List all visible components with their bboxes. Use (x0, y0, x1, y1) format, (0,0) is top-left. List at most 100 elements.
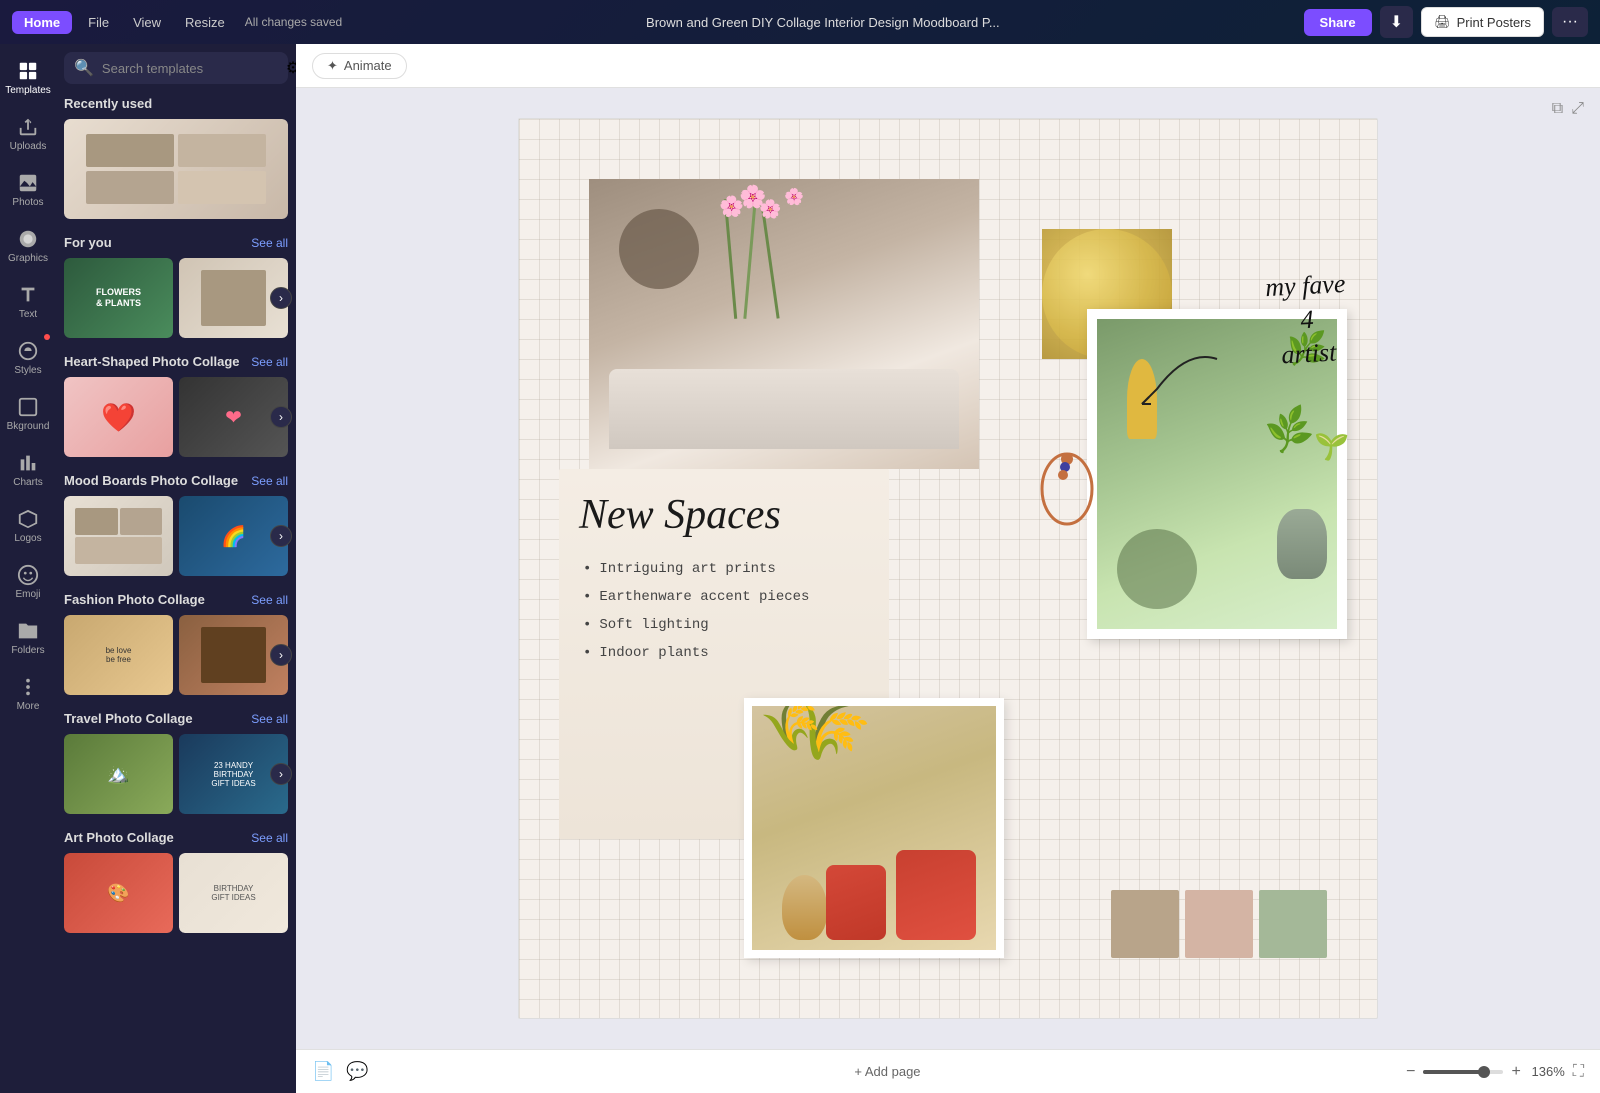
heart-grid-wrap: ❤️ ❤ › (64, 377, 288, 457)
search-icon: 🔍 (74, 58, 94, 78)
sidebar-item-text[interactable]: Text (4, 276, 52, 328)
for-you-next-button[interactable]: › (270, 287, 292, 309)
for-you-title: For you (64, 235, 112, 250)
swatch-sage[interactable] (1259, 890, 1327, 958)
recently-used-header: Recently used (64, 96, 288, 111)
for-you-see-all[interactable]: See all (251, 236, 288, 250)
art-see-all[interactable]: See all (251, 831, 288, 845)
heart-next-button[interactable]: › (270, 406, 292, 428)
search-input[interactable] (102, 61, 278, 76)
sidebar-item-emoji[interactable]: Emoji (4, 556, 52, 608)
recently-used-title: Recently used (64, 96, 152, 111)
icon-bar: Templates Uploads Photos Graphics Text S… (0, 44, 56, 1093)
heart-collage-section: Heart-Shaped Photo Collage See all ❤️ ❤ (64, 354, 288, 457)
travel-next-button[interactable]: › (270, 763, 292, 785)
recently-used-grid (64, 119, 288, 219)
art-template-1[interactable]: 🎨 (64, 853, 173, 933)
sidebar-item-folders[interactable]: Folders (4, 612, 52, 664)
travel-see-all[interactable]: See all (251, 712, 288, 726)
mood-template-1[interactable] (64, 496, 173, 576)
download-button[interactable]: ⬇ (1380, 6, 1413, 38)
new-spaces-title: New Spaces (559, 469, 889, 537)
fashion-title: Fashion Photo Collage (64, 592, 205, 607)
bottom-bar: 📄 💬 + Add page − + 136% ⛶ (296, 1049, 1600, 1093)
zoom-out-button[interactable]: − (1406, 1063, 1415, 1081)
for-you-header: For you See all (64, 235, 288, 250)
sidebar-item-styles[interactable]: Styles (4, 332, 52, 384)
main-layout: Templates Uploads Photos Graphics Text S… (0, 44, 1600, 1093)
view-menu[interactable]: View (125, 11, 169, 34)
sidebar-item-more[interactable]: More (4, 668, 52, 720)
zoom-controls: − + 136% ⛶ (1406, 1063, 1584, 1081)
heart-see-all[interactable]: See all (251, 355, 288, 369)
zoom-slider-thumb[interactable] (1478, 1066, 1490, 1078)
arch-decoration (1037, 449, 1097, 534)
comments-icon[interactable]: 💬 (346, 1061, 368, 1082)
heart-grid: ❤️ ❤ (64, 377, 288, 457)
heart-collage-title: Heart-Shaped Photo Collage (64, 354, 240, 369)
zoom-slider[interactable] (1423, 1070, 1503, 1074)
fashion-grid: be lovebe free (64, 615, 288, 695)
sidebar-item-charts[interactable]: Charts (4, 444, 52, 496)
art-section: Art Photo Collage See all 🎨 BIRTHDAYGIFT… (64, 830, 288, 933)
add-page-button[interactable]: + Add page (854, 1064, 920, 1079)
fashion-see-all[interactable]: See all (251, 593, 288, 607)
swatch-tan[interactable] (1111, 890, 1179, 958)
share-button[interactable]: Share (1304, 9, 1372, 36)
sidebar-item-uploads[interactable]: Uploads (4, 108, 52, 160)
arrow-decoration (1137, 349, 1237, 409)
home-button[interactable]: Home (12, 11, 72, 34)
canvas-scroll[interactable]: ⧉ ⤢ 🌸 (296, 88, 1600, 1049)
for-you-section: For you See all FLOWERS& PLANTS (64, 235, 288, 338)
mood-boards-header: Mood Boards Photo Collage See all (64, 473, 288, 488)
zoom-in-button[interactable]: + (1511, 1063, 1520, 1081)
canvas-corner-icons: ⧉ ⤢ (1552, 100, 1584, 118)
animate-button[interactable]: ✦ Animate (312, 53, 407, 79)
main-photo[interactable]: 🌸 🌸 🌸 🌸 (589, 179, 979, 469)
fashion-section: Fashion Photo Collage See all be lovebe … (64, 592, 288, 695)
art-title: Art Photo Collage (64, 830, 174, 845)
moodboard-canvas[interactable]: 🌸 🌸 🌸 🌸 🌿 (518, 118, 1378, 1019)
swatch-pink[interactable] (1185, 890, 1253, 958)
printer-icon: 🖨 (1434, 14, 1451, 30)
boho-photo[interactable]: 🌾 🌾 (744, 698, 1004, 958)
recently-used-section: Recently used (64, 96, 288, 219)
color-swatches (1111, 890, 1327, 958)
topbar-actions: Share ⬇ 🖨 Print Posters ··· (1304, 6, 1588, 38)
copy-icon[interactable]: ⧉ (1552, 100, 1563, 118)
more-options-button[interactable]: ··· (1552, 7, 1588, 37)
fashion-grid-wrap: be lovebe free › (64, 615, 288, 695)
mood-grid: 🌈 (64, 496, 288, 576)
mood-next-button[interactable]: › (270, 525, 292, 547)
travel-section: Travel Photo Collage See all 🏔️ 23 HANDY… (64, 711, 288, 814)
art-template-2[interactable]: BIRTHDAYGIFT IDEAS (179, 853, 288, 933)
file-menu[interactable]: File (80, 11, 117, 34)
heart-template-1[interactable]: ❤️ (64, 377, 173, 457)
print-button[interactable]: 🖨 Print Posters (1421, 7, 1544, 37)
bullet-list: •Intriguing art prints •Earthenware acce… (559, 537, 889, 697)
animate-star-icon: ✦ (327, 58, 338, 74)
sidebar-item-logos[interactable]: Logos (4, 500, 52, 552)
template-item-1[interactable]: FLOWERS& PLANTS (64, 258, 173, 338)
travel-template-1[interactable]: 🏔️ (64, 734, 173, 814)
for-you-grid: FLOWERS& PLANTS (64, 258, 288, 338)
filter-icon[interactable]: ⚙ (286, 58, 296, 78)
fashion-next-button[interactable]: › (270, 644, 292, 666)
sidebar-item-templates[interactable]: Templates (4, 52, 52, 104)
expand-icon[interactable]: ⤢ (1571, 100, 1584, 118)
mood-see-all[interactable]: See all (251, 474, 288, 488)
sidebar-item-graphics[interactable]: Graphics (4, 220, 52, 272)
sidebar-item-photos[interactable]: Photos (4, 164, 52, 216)
resize-menu[interactable]: Resize (177, 11, 233, 34)
styles-notification-dot (44, 334, 50, 340)
template-item[interactable] (64, 119, 288, 219)
sidebar-item-background[interactable]: Bkground (4, 388, 52, 440)
search-bar[interactable]: 🔍 ⚙ (64, 52, 288, 84)
save-status: All changes saved (245, 15, 342, 29)
travel-title: Travel Photo Collage (64, 711, 193, 726)
for-you-grid-wrap: FLOWERS& PLANTS › (64, 258, 288, 338)
pages-icon[interactable]: 📄 (312, 1061, 334, 1082)
canvas-toolbar: ✦ Animate (296, 44, 1600, 88)
fashion-template-1[interactable]: be lovebe free (64, 615, 173, 695)
fullscreen-button[interactable]: ⛶ (1573, 1063, 1584, 1081)
